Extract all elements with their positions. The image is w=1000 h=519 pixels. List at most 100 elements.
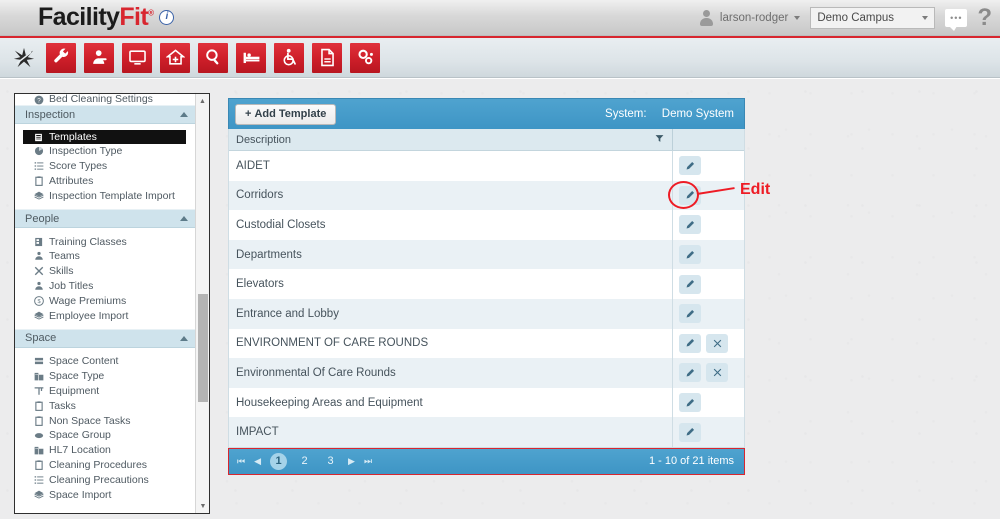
table-row[interactable]: IMPACT <box>229 417 744 447</box>
bed-icon[interactable] <box>236 42 266 73</box>
table-row[interactable]: Corridors <box>229 180 744 211</box>
monitor-icon[interactable] <box>122 42 152 73</box>
sidebar-item-cleaning-procedures[interactable]: Cleaning Procedures <box>15 458 197 473</box>
layers-icon <box>33 190 44 201</box>
sidebar-item-label: Cleaning Precautions <box>49 473 149 486</box>
help-question-icon[interactable]: ? <box>977 6 992 30</box>
row-actions <box>672 239 744 270</box>
sidebar-item-label: Non Space Tasks <box>49 414 131 427</box>
sidebar-item-skills[interactable]: Skills <box>15 264 197 279</box>
chat-bubble-icon[interactable]: ••• <box>945 9 968 31</box>
document-icon[interactable] <box>312 42 342 73</box>
sidebar-item-inspection-template-import[interactable]: Inspection Template Import <box>15 188 197 203</box>
pencil-edit-icon[interactable] <box>679 156 701 176</box>
table-row[interactable]: Environmental Of Care Rounds <box>229 358 744 388</box>
row-description: Housekeeping Areas and Equipment <box>236 396 423 409</box>
page-button-3[interactable]: 3 <box>322 453 339 470</box>
prev-page-button[interactable]: ◀ <box>254 456 261 467</box>
page-button-2[interactable]: 2 <box>296 453 313 470</box>
gears-icon[interactable] <box>350 42 380 73</box>
sidebar-item-space-import[interactable]: Space Import <box>15 487 197 502</box>
campus-select[interactable]: Demo Campus <box>810 7 936 29</box>
sidebar-section-space[interactable]: Space <box>15 328 197 348</box>
sidebar-item-non-space-tasks[interactable]: Non Space Tasks <box>15 413 197 428</box>
question-circle-icon: ? <box>33 94 44 105</box>
grid-header-row: Description <box>229 129 744 151</box>
clipboard-icon <box>33 459 44 470</box>
row-description: IMPACT <box>236 426 279 439</box>
close-x-icon[interactable] <box>706 363 728 383</box>
pencil-edit-icon[interactable] <box>679 185 701 205</box>
table-row[interactable]: Departments <box>229 239 744 270</box>
sidebar-item-score-types[interactable]: Score Types <box>15 159 197 174</box>
wrench-icon[interactable] <box>46 42 76 73</box>
sidebar-scrollbar[interactable]: ▲ ▼ <box>195 94 209 513</box>
sidebar-item-teams[interactable]: Teams <box>15 249 197 264</box>
funnel-filter-icon[interactable] <box>655 134 664 146</box>
layers-icon <box>33 310 44 321</box>
sidebar-item-label: Templates <box>49 131 97 143</box>
add-template-button[interactable]: + Add Template <box>235 103 337 125</box>
app-logo[interactable]: FacilityFit® i <box>38 2 175 32</box>
sidebar-item-wage-premiums[interactable]: $ Wage Premiums <box>15 293 197 308</box>
sidebar-item-cleaning-precautions[interactable]: Cleaning Precautions <box>15 472 197 487</box>
pencil-edit-icon[interactable] <box>679 274 701 294</box>
template-icon <box>33 132 44 143</box>
info-circle-icon[interactable]: i <box>159 9 175 25</box>
page-button-1[interactable]: 1 <box>270 452 288 470</box>
wheelchair-icon[interactable] <box>274 42 304 73</box>
sidebar-item-label: Employee Import <box>49 309 129 322</box>
table-row[interactable]: Entrance and Lobby <box>229 298 744 329</box>
sparkle-icon[interactable] <box>10 44 38 72</box>
sidebar-item-tasks[interactable]: Tasks <box>15 398 197 413</box>
logo-trademark: ® <box>148 8 154 18</box>
sidebar-item-label: Space Content <box>49 355 119 368</box>
first-page-button[interactable]: ⏮ <box>237 456 245 467</box>
sidebar-item-templates[interactable]: Templates <box>23 130 186 144</box>
sidebar-section-inspection[interactable]: Inspection <box>15 105 197 124</box>
sidebar-item-inspection-type[interactable]: Inspection Type <box>15 144 197 159</box>
sidebar-item-space-group[interactable]: Space Group <box>15 428 197 443</box>
table-row[interactable]: ENVIRONMENT OF CARE ROUNDS <box>229 328 744 359</box>
table-row[interactable]: Elevators <box>229 269 744 299</box>
sidebar-item-space-type[interactable]: Space Type <box>15 369 197 384</box>
pencil-edit-icon[interactable] <box>679 422 701 442</box>
row-description: AIDET <box>236 159 270 172</box>
sidebar-item-attributes[interactable]: Attributes <box>15 174 197 189</box>
table-row[interactable]: AIDET <box>229 151 744 181</box>
close-x-icon[interactable] <box>706 333 728 353</box>
sidebar-item-training-classes[interactable]: Training Classes <box>15 234 197 249</box>
row-actions <box>672 151 744 181</box>
pencil-edit-icon[interactable] <box>679 393 701 413</box>
table-row[interactable]: Housekeeping Areas and Equipment <box>229 387 744 418</box>
magnifier-icon[interactable] <box>198 42 228 73</box>
scrollbar-thumb[interactable] <box>198 294 208 402</box>
sidebar-item-employee-import[interactable]: Employee Import <box>15 308 197 323</box>
pencil-edit-icon[interactable] <box>679 333 701 353</box>
pagination-info: 1 - 10 of 21 items <box>649 455 734 468</box>
pencil-edit-icon[interactable] <box>679 304 701 324</box>
pencil-edit-icon[interactable] <box>679 363 701 383</box>
chevron-down-icon <box>794 16 801 20</box>
sidebar-item-space-content[interactable]: Space Content <box>15 354 197 369</box>
sidebar-item-bed-cleaning-settings[interactable]: ? Bed Cleaning Settings <box>15 94 197 105</box>
sidebar-item-label: Bed Cleaning Settings <box>49 94 153 105</box>
sidebar-item-job-titles[interactable]: Job Titles <box>15 279 197 294</box>
home-plus-icon[interactable] <box>160 42 190 73</box>
last-page-button[interactable]: ⏭ <box>364 456 372 467</box>
panel-header: + Add Template System: Demo System <box>228 98 745 129</box>
sidebar-item-equipment[interactable]: Equipment <box>15 384 197 399</box>
sidebar-section-people[interactable]: People <box>15 209 197 229</box>
user-menu[interactable]: larson-rodger <box>699 10 801 26</box>
pencil-edit-icon[interactable] <box>679 245 701 265</box>
next-page-button[interactable]: ▶ <box>348 456 355 467</box>
scroll-up-arrow-icon[interactable]: ▲ <box>196 94 209 108</box>
sidebar-item-hl7-location[interactable]: HL7 Location <box>15 443 197 458</box>
pencil-edit-icon[interactable] <box>679 215 701 235</box>
scroll-down-arrow-icon[interactable]: ▼ <box>196 499 209 513</box>
column-header-description[interactable]: Description <box>229 134 672 146</box>
building-icon <box>33 445 44 456</box>
table-row[interactable]: Custodial Closets <box>229 210 744 240</box>
sidebar-item-label: Inspection Type <box>49 145 123 158</box>
person-icon[interactable] <box>84 42 114 73</box>
